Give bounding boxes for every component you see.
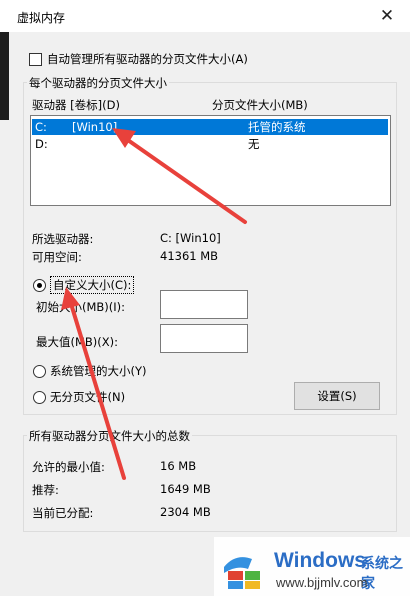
windows-logo-icon bbox=[224, 557, 260, 589]
per-drive-group-title: 每个驱动器的分页文件大小 bbox=[27, 75, 169, 91]
radio-button[interactable] bbox=[33, 278, 46, 292]
free-space-value: 41361 MB bbox=[160, 249, 219, 263]
initial-size-label: 初始大小(MB)(I): bbox=[36, 300, 126, 314]
drive-column-header: 驱动器 [卷标](D) bbox=[32, 98, 120, 112]
selected-drive-value: C: [Win10] bbox=[160, 231, 221, 245]
custom-size-label: 自定义大小(C): bbox=[50, 276, 135, 294]
drive-row-d[interactable]: D: 无 bbox=[32, 136, 388, 152]
watermark-cn: 系统之家 bbox=[361, 556, 403, 592]
drive-label: [Win10] bbox=[72, 120, 118, 134]
watermark: Windows 系统之家 www.bjjmlv.com bbox=[214, 537, 410, 596]
initial-size-input[interactable] bbox=[160, 290, 248, 319]
recommended-value: 1649 MB bbox=[160, 482, 211, 496]
set-button[interactable]: 设置(S) bbox=[294, 382, 380, 410]
drive-letter: D: bbox=[35, 137, 48, 151]
window-title: 虚拟内存 bbox=[17, 11, 66, 25]
size-column-header: 分页文件大小(MB) bbox=[212, 98, 308, 112]
selected-drive-label: 所选驱动器: bbox=[32, 232, 94, 246]
close-button[interactable]: ✕ bbox=[376, 5, 398, 27]
no-paging-file-radio[interactable]: 无分页文件(N) bbox=[33, 389, 125, 405]
auto-manage-checkbox[interactable]: 自动管理所有驱动器的分页文件大小(A) bbox=[29, 51, 248, 67]
drive-row-c[interactable]: C: [Win10] 托管的系统 bbox=[32, 119, 388, 135]
recommended-label: 推荐: bbox=[32, 483, 59, 497]
drive-letter: C: bbox=[35, 120, 47, 134]
watermark-brand: Windows bbox=[274, 549, 366, 572]
system-managed-label: 系统管理的大小(Y) bbox=[50, 364, 147, 378]
custom-size-radio[interactable]: 自定义大小(C): bbox=[33, 276, 135, 294]
drive-list[interactable]: C: [Win10] 托管的系统 D: 无 bbox=[30, 115, 391, 206]
virtual-memory-dialog: 虚拟内存 ✕ 自动管理所有驱动器的分页文件大小(A) 每个驱动器的分页文件大小 … bbox=[0, 0, 410, 596]
radio-button[interactable] bbox=[33, 390, 46, 404]
min-allowed-value: 16 MB bbox=[160, 459, 197, 473]
allocated-label: 当前已分配: bbox=[32, 506, 94, 520]
radio-button[interactable] bbox=[33, 364, 46, 378]
max-size-input[interactable] bbox=[160, 324, 248, 353]
drive-size: 托管的系统 bbox=[248, 120, 306, 134]
close-icon: ✕ bbox=[379, 6, 395, 26]
allocated-value: 2304 MB bbox=[160, 505, 211, 519]
no-paging-file-label: 无分页文件(N) bbox=[50, 390, 126, 404]
system-managed-radio[interactable]: 系统管理的大小(Y) bbox=[33, 363, 147, 379]
checkbox-box[interactable] bbox=[29, 52, 42, 66]
max-size-label: 最大值(MB)(X): bbox=[36, 335, 119, 349]
min-allowed-label: 允许的最小值: bbox=[32, 460, 105, 474]
free-space-label: 可用空间: bbox=[32, 250, 82, 264]
drive-size: 无 bbox=[248, 137, 260, 151]
auto-manage-label: 自动管理所有驱动器的分页文件大小(A) bbox=[47, 52, 248, 66]
title-bar: 虚拟内存 ✕ bbox=[0, 0, 410, 32]
totals-group-title: 所有驱动器分页文件大小的总数 bbox=[27, 428, 192, 444]
watermark-url: www.bjjmlv.com bbox=[276, 575, 368, 590]
